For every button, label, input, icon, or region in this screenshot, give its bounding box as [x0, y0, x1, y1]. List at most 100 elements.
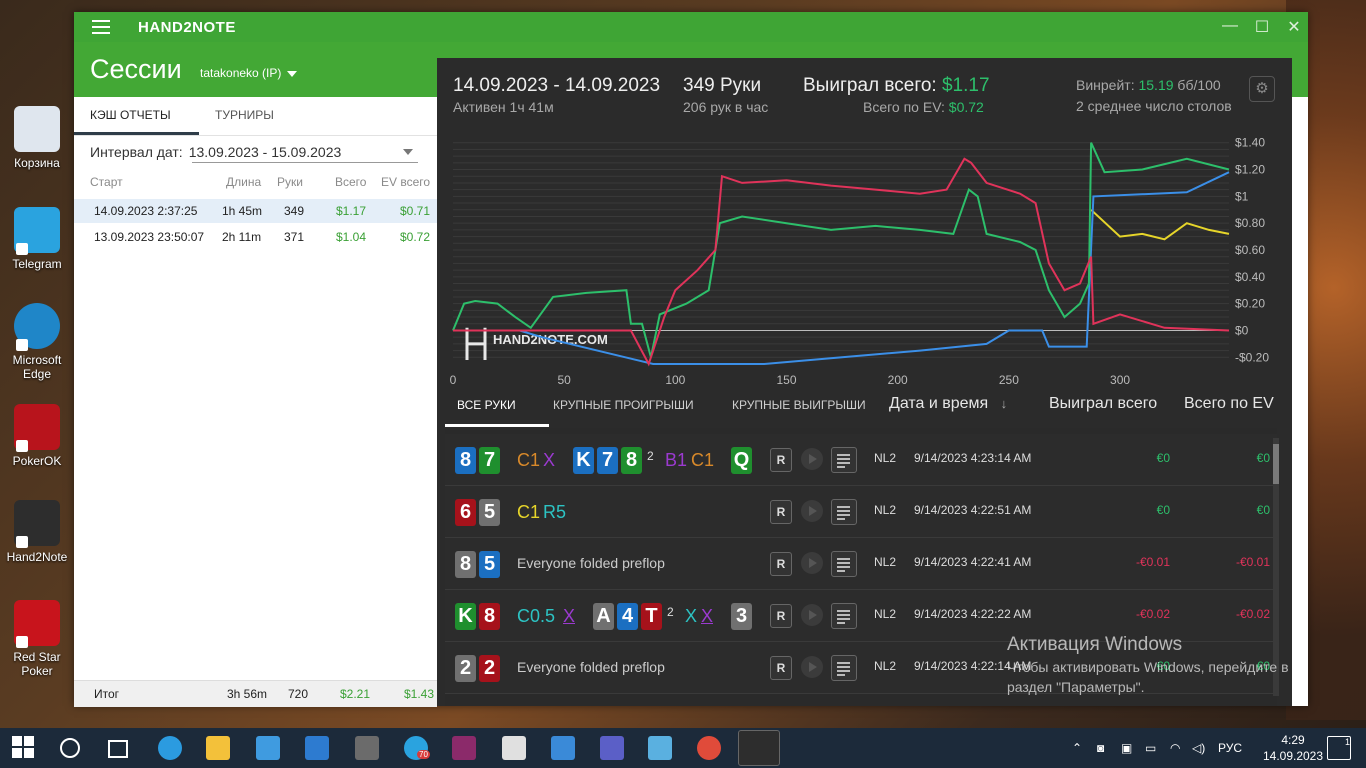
- desktop-shortcut-label: Telegram: [12, 257, 62, 271]
- hand-row[interactable]: 6 5 C1 R5 R NL2 9/14/2023 4:22:51 AM €0 €0: [445, 486, 1277, 538]
- notification-icon[interactable]: 1: [1327, 736, 1351, 760]
- hand-row[interactable]: 8 7 C1 X K 7 8 2 B1 C1 Q R NL2 9/14/2023 4:23:14 AM €0…: [445, 434, 1277, 486]
- pokerok-icon: [14, 404, 60, 452]
- list-icon: [837, 462, 850, 464]
- replay-button[interactable]: R: [770, 448, 792, 472]
- hand-won: €0: [1156, 451, 1170, 465]
- desktop-shortcut[interactable]: Telegram: [6, 207, 68, 271]
- chrome-icon[interactable]: [697, 736, 721, 760]
- maximize-button[interactable]: ☐: [1252, 17, 1272, 37]
- calculator-icon[interactable]: [355, 736, 379, 760]
- playing-card: 6: [455, 499, 476, 526]
- hand-history-button[interactable]: [831, 499, 857, 525]
- volume-icon[interactable]: ◁): [1192, 741, 1205, 755]
- desktop-shortcut-label: Microsoft Edge: [12, 353, 62, 381]
- shortcut-arrow-icon: [16, 440, 28, 452]
- hand-history-button[interactable]: [831, 603, 857, 629]
- ev-total: Всего по EV: $0.72: [863, 99, 984, 115]
- clock[interactable]: 4:29 14.09.2023: [1262, 732, 1324, 764]
- replay-button[interactable]: R: [770, 656, 792, 680]
- hand-action: X: [701, 606, 714, 626]
- col-ev-total[interactable]: EV всего: [381, 175, 430, 189]
- user-name: tatakoneko (IP): [200, 66, 282, 80]
- start-icon[interactable]: [12, 736, 36, 760]
- battery-icon[interactable]: ▭: [1145, 741, 1156, 755]
- mail-icon[interactable]: [305, 736, 329, 760]
- task-view-icon[interactable]: [108, 740, 128, 758]
- explorer-icon[interactable]: [206, 736, 230, 760]
- hand-history-button[interactable]: [831, 655, 857, 681]
- y-tick-label: $0.60: [1235, 243, 1265, 257]
- meet-icon[interactable]: ◙: [1097, 741, 1104, 755]
- close-button[interactable]: ✕: [1284, 17, 1304, 37]
- tab-big-wins[interactable]: КРУПНЫЕ ВЫИГРЫШИ: [732, 398, 866, 412]
- scrollbar-thumb[interactable]: [1273, 444, 1279, 484]
- playing-card: 4: [617, 603, 638, 630]
- language-indicator[interactable]: РУС: [1218, 741, 1242, 755]
- user-selector[interactable]: tatakoneko (IP): [200, 66, 298, 80]
- play-button[interactable]: [801, 604, 823, 626]
- col-ev-total[interactable]: Всего по EV: [1184, 395, 1274, 413]
- replay-button[interactable]: R: [770, 552, 792, 576]
- session-row[interactable]: 13.09.2023 23:50:07 2h 11m 371 $1.04 $0.…: [74, 225, 437, 249]
- playing-card: 8: [621, 447, 642, 474]
- telegram-icon: [14, 207, 60, 255]
- replay-button[interactable]: R: [770, 500, 792, 524]
- remote-icon[interactable]: [551, 736, 575, 760]
- play-button[interactable]: [801, 500, 823, 522]
- edge-icon[interactable]: [158, 736, 182, 760]
- session-row[interactable]: 14.09.2023 2:37:25 1h 45m 349 $1.17 $0.7…: [74, 199, 437, 223]
- hand-row[interactable]: 8 5 Everyone folded preflop R NL2 9/14/2023 4…: [445, 538, 1277, 590]
- desktop-shortcut[interactable]: Microsoft Edge: [6, 303, 68, 381]
- col-won-total[interactable]: Выиграл всего: [1049, 395, 1157, 413]
- play-button[interactable]: [801, 448, 823, 470]
- desktop-shortcut[interactable]: Hand2Note: [6, 500, 68, 564]
- list-icon: [837, 562, 850, 564]
- replay-button[interactable]: R: [770, 604, 792, 628]
- minimize-button[interactable]: —: [1220, 17, 1240, 35]
- desktop-shortcut[interactable]: Корзина: [6, 106, 68, 170]
- store-icon[interactable]: [256, 736, 280, 760]
- desktop-shortcut[interactable]: PokerOK: [6, 404, 68, 468]
- col-total[interactable]: Всего: [335, 175, 366, 189]
- list-icon: [837, 558, 850, 560]
- tab-cash-reports[interactable]: КЭШ ОТЧЕТЫ: [90, 108, 171, 122]
- notification-count: 1: [1344, 737, 1350, 747]
- wifi-icon[interactable]: ◠: [1170, 741, 1180, 755]
- gear-icon[interactable]: ⚙: [1249, 76, 1275, 102]
- hand-limit: NL2: [874, 607, 897, 621]
- playing-card: 7: [479, 447, 500, 474]
- shortcut-arrow-icon: [16, 339, 28, 351]
- winrar-icon[interactable]: [452, 736, 476, 760]
- teams-icon[interactable]: [600, 736, 624, 760]
- chevron-down-icon[interactable]: [403, 149, 413, 155]
- hand2note-icon[interactable]: [738, 730, 780, 766]
- y-tick-label: $0.20: [1235, 297, 1265, 311]
- col-hands[interactable]: Руки: [277, 175, 303, 189]
- tab-big-losses[interactable]: КРУПНЫЕ ПРОИГРЫШИ: [553, 398, 694, 412]
- won-value: $1.17: [941, 75, 990, 96]
- y-tick-label: $1: [1235, 189, 1249, 203]
- hand-limit: NL2: [874, 451, 897, 465]
- wordpad-icon[interactable]: [502, 736, 526, 760]
- col-length[interactable]: Длина: [226, 175, 261, 189]
- search-icon[interactable]: [60, 738, 80, 758]
- app-tray-icon[interactable]: ▣: [1121, 741, 1132, 755]
- col-start[interactable]: Старт: [90, 175, 123, 189]
- hand-time: 9/14/2023 4:22:41 AM: [914, 555, 1032, 569]
- notes-icon[interactable]: [648, 736, 672, 760]
- tab-tournaments[interactable]: ТУРНИРЫ: [215, 108, 274, 122]
- menu-icon[interactable]: [92, 20, 110, 34]
- y-tick-label: $0.80: [1235, 216, 1265, 230]
- y-tick-label: $1.40: [1235, 136, 1265, 150]
- play-button[interactable]: [801, 552, 823, 574]
- chevron-up-icon[interactable]: ⌃: [1072, 741, 1082, 755]
- list-icon: [837, 514, 850, 516]
- tab-all-hands[interactable]: ВСЕ РУКИ: [457, 398, 516, 412]
- hand-history-button[interactable]: [831, 447, 857, 473]
- hand-history-button[interactable]: [831, 551, 857, 577]
- date-interval[interactable]: Интервал дат: 13.09.2023 - 15.09.2023: [90, 144, 341, 160]
- col-datetime[interactable]: Дата и время ↓: [889, 395, 1007, 413]
- desktop-shortcut[interactable]: Red Star Poker: [6, 600, 68, 678]
- play-button[interactable]: [801, 656, 823, 678]
